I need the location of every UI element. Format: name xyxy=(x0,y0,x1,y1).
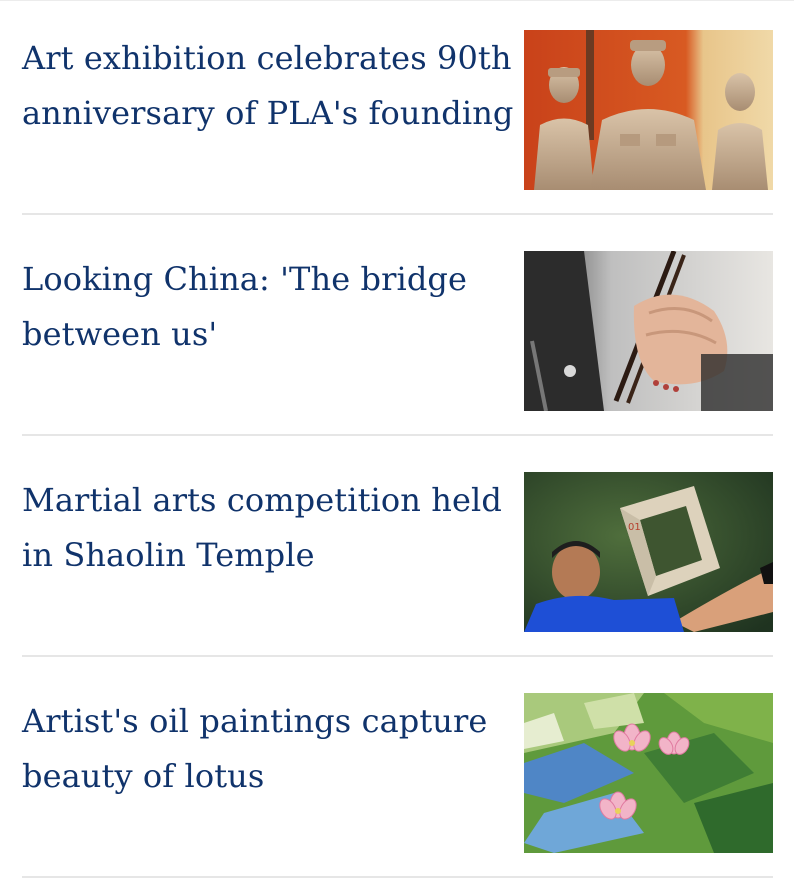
article-item[interactable]: Martial arts competition held in Shaolin… xyxy=(0,442,794,663)
stone-lock-image: 01 xyxy=(524,472,773,632)
item-divider xyxy=(22,213,773,215)
article-title[interactable]: Martial arts competition held in Shaolin… xyxy=(22,473,522,583)
article-title[interactable]: Looking China: 'The bridge between us' xyxy=(22,252,522,362)
svg-text:01: 01 xyxy=(628,522,641,533)
video-badge[interactable] xyxy=(701,354,773,411)
article-thumbnail[interactable] xyxy=(524,30,773,190)
news-feed: Art exhibition celebrates 90th anniversa… xyxy=(0,0,794,886)
article-title[interactable]: Artist's oil paintings capture beauty of… xyxy=(22,694,522,804)
lotus-painting-image xyxy=(524,693,773,853)
article-item[interactable]: Artist's oil paintings capture beauty of… xyxy=(0,663,794,884)
article-item[interactable]: Looking China: 'The bridge between us' xyxy=(0,221,794,442)
item-divider xyxy=(22,655,773,657)
article-thumbnail[interactable]: 01 xyxy=(524,472,773,632)
article-thumbnail[interactable] xyxy=(524,693,773,853)
article-title[interactable]: Art exhibition celebrates 90th anniversa… xyxy=(22,31,522,141)
play-circle-icon xyxy=(719,363,773,411)
sculpture-image xyxy=(524,30,773,190)
item-divider xyxy=(22,876,773,878)
item-divider xyxy=(22,434,773,436)
article-item[interactable]: Art exhibition celebrates 90th anniversa… xyxy=(0,0,794,221)
article-thumbnail[interactable] xyxy=(524,251,773,411)
